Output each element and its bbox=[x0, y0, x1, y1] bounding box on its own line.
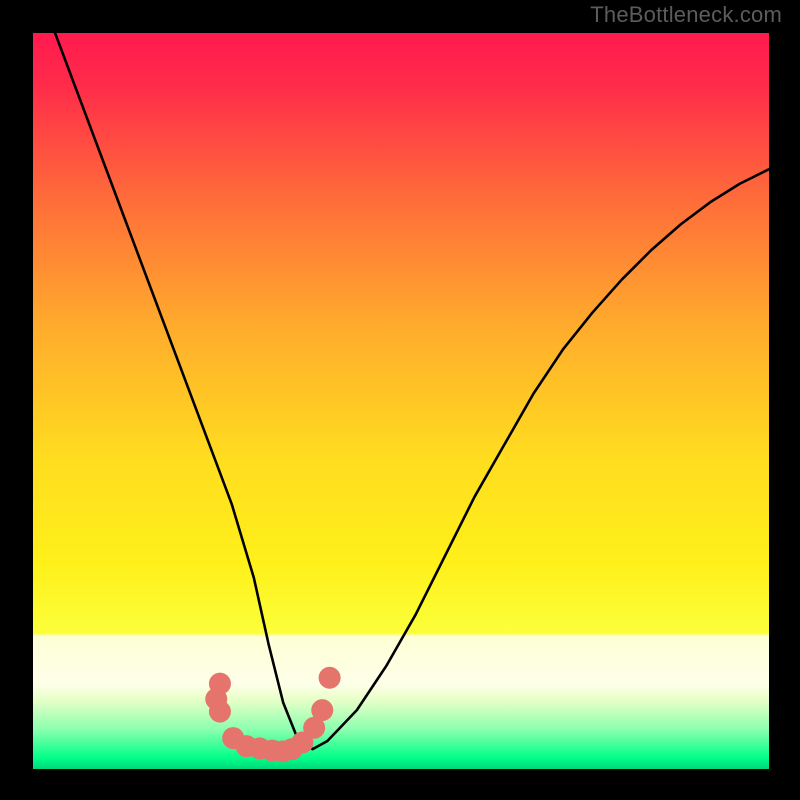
watermark-text: TheBottleneck.com bbox=[590, 2, 782, 28]
marker-dot bbox=[319, 667, 341, 689]
marker-dot bbox=[209, 701, 231, 723]
chart-svg bbox=[0, 0, 800, 800]
chart-container: TheBottleneck.com bbox=[0, 0, 800, 800]
marker-dot bbox=[311, 699, 333, 721]
plot-background bbox=[33, 33, 769, 769]
